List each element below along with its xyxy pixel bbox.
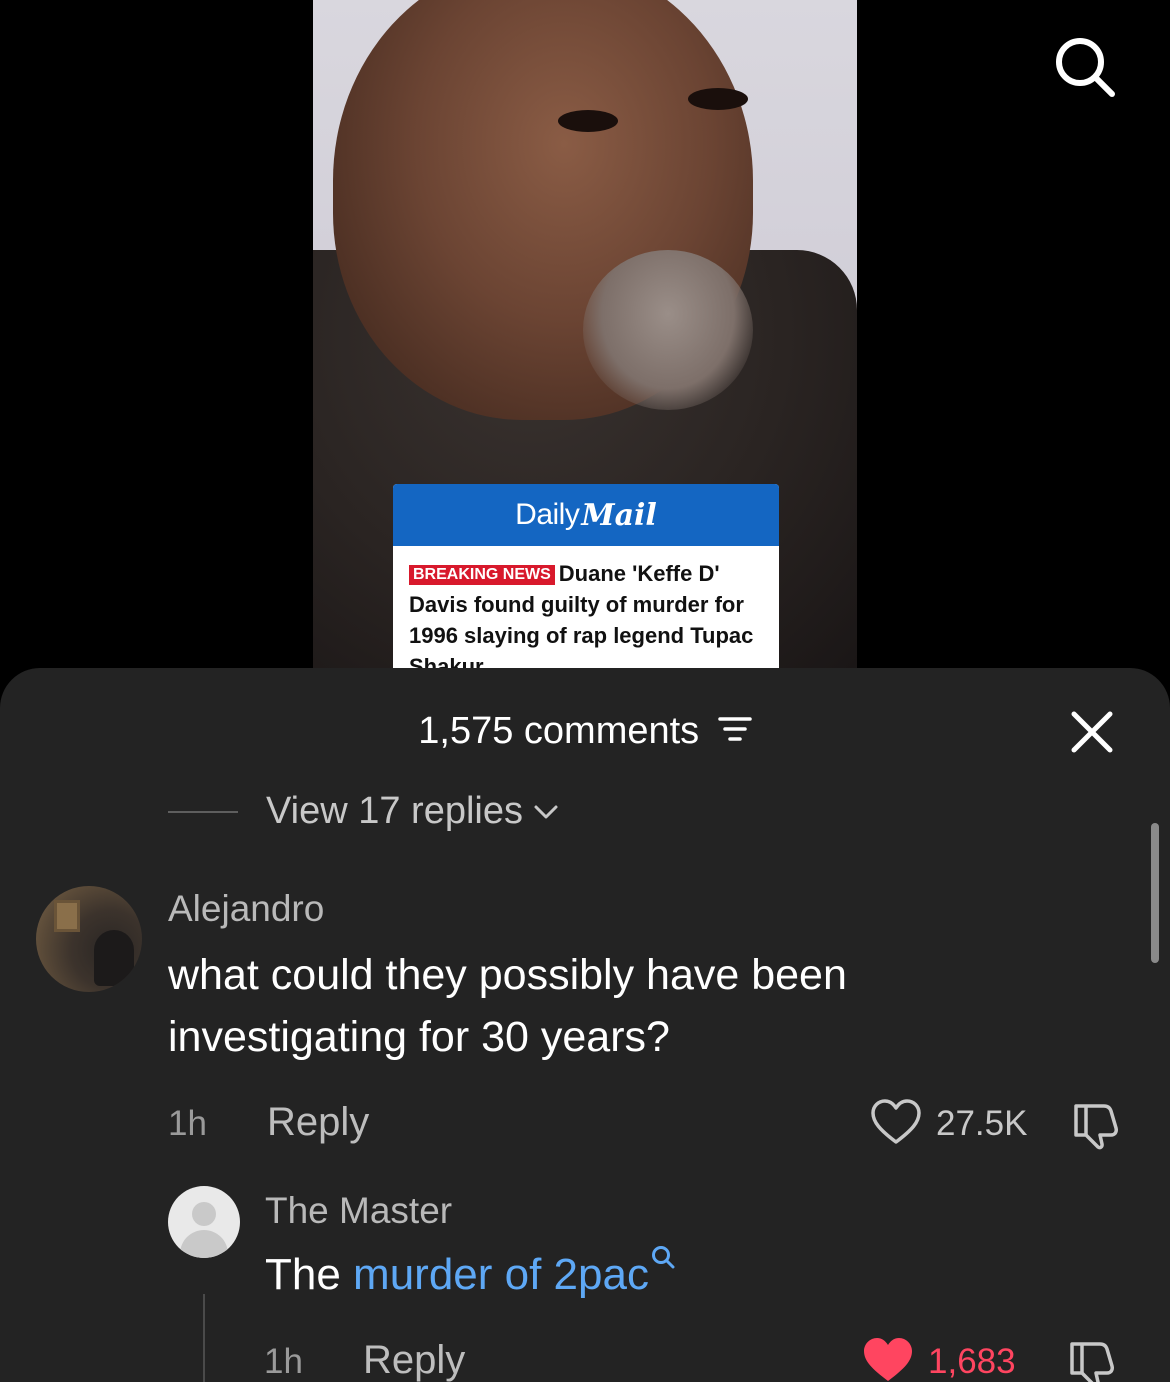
search-link-icon[interactable] (651, 1245, 675, 1271)
video-thumbnail[interactable]: Daily Mail BREAKING NEWS Duane 'Keffe D' D… (313, 0, 857, 668)
comments-sheet: 1,575 comments View 17 replies Alejandro… (0, 668, 1170, 1382)
reply-author[interactable]: The Master (265, 1190, 452, 1232)
like-button[interactable] (870, 1098, 922, 1151)
news-card: Daily Mail BREAKING NEWS Duane 'Keffe D' D… (393, 484, 779, 668)
comments-count: 1,575 comments (418, 710, 700, 752)
video-area[interactable]: Daily Mail BREAKING NEWS Duane 'Keffe D' D… (0, 0, 1170, 700)
photo-beard (583, 250, 753, 410)
dislike-button[interactable] (1070, 1100, 1124, 1155)
reply-text-prefix: The (265, 1250, 354, 1299)
avatar-picture-frame (54, 900, 80, 932)
dislike-icon (1074, 1104, 1118, 1150)
search-button[interactable] (1050, 32, 1120, 102)
reply-reply-button[interactable]: Reply (363, 1338, 465, 1382)
search-icon (1056, 38, 1115, 97)
avatar-shoulders (180, 1230, 228, 1258)
reply-button[interactable]: Reply (267, 1100, 369, 1145)
view-replies-label: View 17 replies (266, 790, 524, 832)
photo-eye-left (558, 110, 618, 132)
heart-icon (871, 1099, 921, 1144)
replies-divider (168, 810, 238, 813)
comment-text: what could they possibly have been inves… (168, 951, 847, 1061)
reply-like-button[interactable] (862, 1336, 914, 1382)
close-icon (1071, 711, 1113, 753)
reply-dislike-button[interactable] (1066, 1338, 1120, 1382)
reply-like-count: 1,683 (928, 1342, 1016, 1381)
avatar-head (192, 1202, 216, 1226)
close-button[interactable] (1066, 706, 1118, 758)
reply-text: The murder of 2pac (265, 1244, 675, 1306)
logo-daily: Daily (515, 498, 580, 531)
filter-button[interactable] (717, 711, 752, 754)
news-headline: BREAKING NEWS Duane 'Keffe D' Davis found… (393, 546, 779, 668)
breaking-news-badge: BREAKING NEWS (409, 565, 555, 585)
dislike-icon (1070, 1342, 1114, 1382)
photo-eye-right (688, 88, 748, 110)
comment-time: 1h (168, 1104, 207, 1143)
avatar[interactable] (36, 886, 142, 992)
comment-author[interactable]: Alejandro (168, 888, 324, 930)
thread-line (203, 1294, 205, 1382)
chevron-down-icon (534, 805, 558, 818)
daily-mail-logo: Daily Mail (393, 484, 779, 546)
avatar-default[interactable] (168, 1186, 240, 1258)
comments-header: 1,575 comments (0, 710, 1170, 754)
reply-time: 1h (264, 1342, 303, 1381)
search-link[interactable]: murder of 2pac (353, 1250, 649, 1299)
scrollbar[interactable] (1151, 823, 1159, 963)
heart-filled-icon (864, 1338, 912, 1381)
avatar-person (94, 930, 134, 986)
view-replies-button[interactable]: View 17 replies (168, 790, 559, 833)
like-count: 27.5K (936, 1104, 1028, 1143)
filter-icon (717, 717, 752, 742)
logo-mail: Mail (581, 497, 657, 533)
